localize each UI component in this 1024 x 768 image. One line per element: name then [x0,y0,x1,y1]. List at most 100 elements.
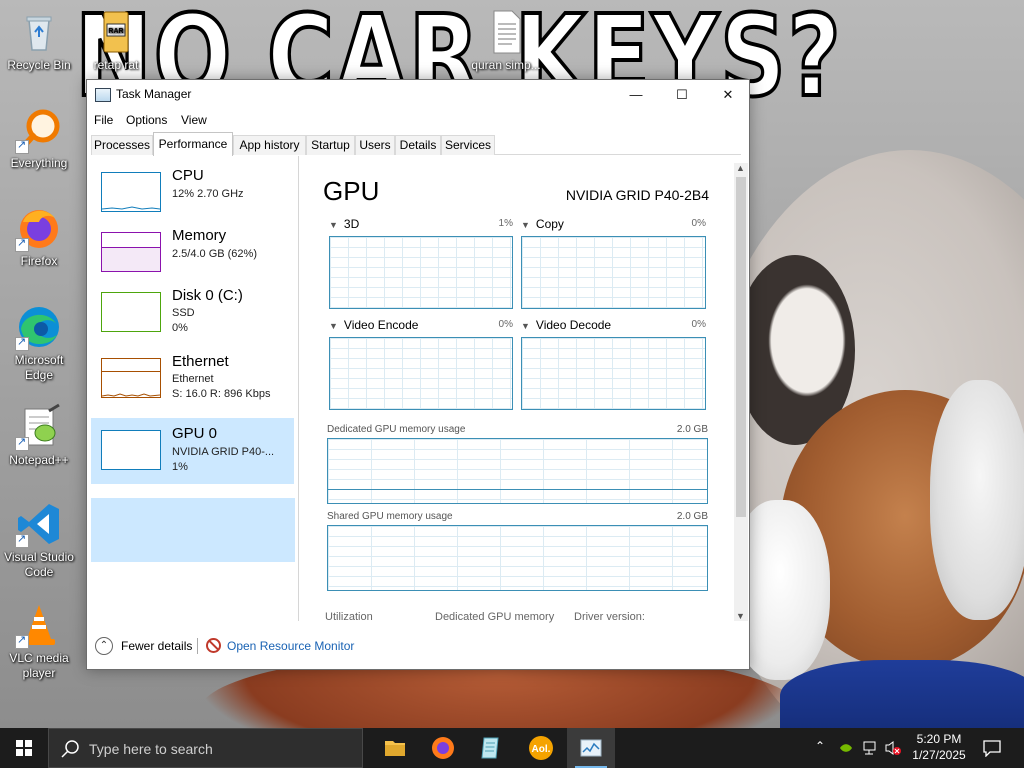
engine-video-encode-selector[interactable]: ▼ Video Encode [329,318,418,332]
notepad-icon [481,737,499,759]
engine-video-decode-percent: 0% [691,319,706,330]
tab-app-history[interactable]: App history [233,135,306,155]
sidebar-item-label: Disk 0 (C:) [172,287,243,304]
aol-icon-text: Aol. [532,744,551,755]
engine-copy-graph [521,236,706,309]
tab-details[interactable]: Details [395,135,441,155]
scroll-up-arrow-icon[interactable]: ▲ [736,163,745,173]
driver-version-label: Driver version: [574,611,645,623]
engine-video-encode-graph [329,337,513,410]
desktop-icon-label: Everything [10,156,68,170]
clock-date: 1/27/2025 [912,748,966,762]
vertical-scrollbar[interactable]: ▲ ▼ [734,163,748,621]
taskbar-clock[interactable]: 5:20 PM 1/27/2025 [905,731,973,763]
footer-bar: ⌃ Fewer details Open Resource Monitor [87,630,749,670]
footer-divider [197,638,198,654]
taskbar-aol[interactable]: Aol. [517,728,565,768]
volume-muted-icon[interactable] [884,740,902,756]
tab-strip: Processes Performance App history Startu… [91,132,741,156]
shared-memory-max: 2.0 GB [676,511,708,522]
engine-video-encode-percent: 0% [498,319,513,330]
start-button[interactable] [0,728,48,768]
chevron-down-icon: ▼ [329,220,338,230]
tab-services[interactable]: Services [441,135,495,155]
everything-search-icon [15,106,63,154]
desktop-icon-label: VLC media player [9,651,69,680]
gpu-detail-pane: GPU NVIDIA GRID P40-2B4 ▼ 3D 1% ▼ Copy 0% … [309,156,735,623]
desktop-icon-quran[interactable]: quran simp... [468,8,544,73]
desktop-icon-vlc[interactable]: VLC media player [1,601,77,681]
recycle-bin-icon [15,8,63,56]
desktop-icon-everything[interactable]: Everything [1,106,77,171]
text-document-icon [482,8,530,56]
engine-video-encode-label: Video Encode [343,318,419,332]
desktop-icon-firefox[interactable]: Firefox [1,204,77,269]
engine-video-decode-selector[interactable]: ▼ Video Decode [521,318,611,332]
open-resource-monitor-link[interactable]: Open Resource Monitor [227,639,354,653]
sidebar-item-cpu[interactable]: CPU 12% 2.70 GHz [91,156,295,220]
taskbar-search-box[interactable]: Type here to search [48,728,363,768]
engine-3d-percent: 1% [498,218,513,229]
desktop-icon-vscode[interactable]: Visual Studio Code [1,500,77,580]
engine-copy-percent: 0% [691,218,706,229]
aol-icon: Aol. [529,736,553,760]
taskbar: Type here to search Aol. ⌃ 5:20 PM 1/27/… [0,728,1024,768]
desktop-icon-label: Notepad++ [9,453,69,467]
windows-logo-icon [16,740,32,756]
menu-view[interactable]: View [181,113,207,127]
firefox-icon [432,737,454,759]
shared-memory-label: Shared GPU memory usage [327,511,453,522]
show-hidden-icons-chevron-icon[interactable]: ⌃ [815,739,825,753]
nvidia-tray-icon[interactable] [838,740,854,756]
sidebar-item-disk[interactable]: Disk 0 (C:) SSD 0% [91,276,295,340]
engine-copy-selector[interactable]: ▼ Copy [521,217,564,231]
sidebar-item-memory[interactable]: Memory 2.5/4.0 GB (62%) [91,216,295,280]
dedicated-memory-max: 2.0 GB [676,424,708,435]
tab-startup[interactable]: Startup [306,135,355,155]
desktop-icon-recycle-bin[interactable]: Recycle Bin [1,8,77,73]
menu-file[interactable]: File [94,113,113,127]
desktop-icon-edge[interactable]: Microsoft Edge [1,303,77,383]
taskbar-firefox[interactable] [419,728,467,768]
tab-performance[interactable]: Performance [153,132,233,156]
resource-monitor-icon [206,638,221,653]
chevron-down-icon: ▼ [521,220,530,230]
taskbar-file-explorer[interactable] [371,728,419,768]
desktop-icon-notepad-plus-plus[interactable]: Notepad++ [1,403,77,468]
maximize-button[interactable]: ☐ [659,80,705,110]
desktop-icon-label: Firefox [20,254,58,268]
taskbar-notepad[interactable] [467,728,515,768]
search-icon [61,740,79,758]
sidebar-item-detail: Ethernet [172,373,214,385]
scroll-down-arrow-icon[interactable]: ▼ [736,611,745,621]
close-button[interactable]: ✕ [705,80,751,110]
firefox-icon [15,204,63,252]
gpu-thumbnail-graph [101,430,161,470]
fewer-details-link[interactable]: Fewer details [121,639,192,653]
menu-options[interactable]: Options [126,113,167,127]
svg-text:RAR: RAR [108,28,123,35]
desktop-icon-retap-rat[interactable]: RAR retap rat [78,8,154,73]
chevron-up-icon[interactable]: ⌃ [95,637,113,655]
clock-time: 5:20 PM [916,732,962,746]
sidebar-item-gpu-0[interactable]: GPU 0 NVIDIA GRID P40-... 1% [91,418,294,484]
taskbar-task-manager[interactable] [567,728,615,768]
tab-processes[interactable]: Processes [91,135,153,155]
sidebar-item-gpu[interactable] [91,498,295,562]
minimize-button[interactable]: — [613,80,659,110]
scrollbar-thumb[interactable] [736,177,746,517]
network-icon[interactable] [862,740,880,756]
title-bar[interactable]: Task Manager — ☐ ✕ [87,80,749,110]
shared-memory-graph [327,525,708,591]
sidebar-item-detail-2: 0% [172,322,188,334]
tab-users[interactable]: Users [355,135,395,155]
notepad-plus-plus-icon [15,403,63,451]
sidebar-item-detail: NVIDIA GRID P40-... [172,446,275,458]
engine-3d-selector[interactable]: ▼ 3D [329,217,359,231]
desktop-icon-label: Recycle Bin [7,58,71,72]
sidebar-item-ethernet[interactable]: Ethernet Ethernet S: 16.0 R: 896 Kbps [91,342,295,406]
memory-thumbnail-graph [101,232,161,272]
notifications-icon[interactable] [982,739,1002,757]
dedicated-memory-label: Dedicated GPU memory usage [327,424,466,435]
rar-archive-icon: RAR [92,8,140,56]
